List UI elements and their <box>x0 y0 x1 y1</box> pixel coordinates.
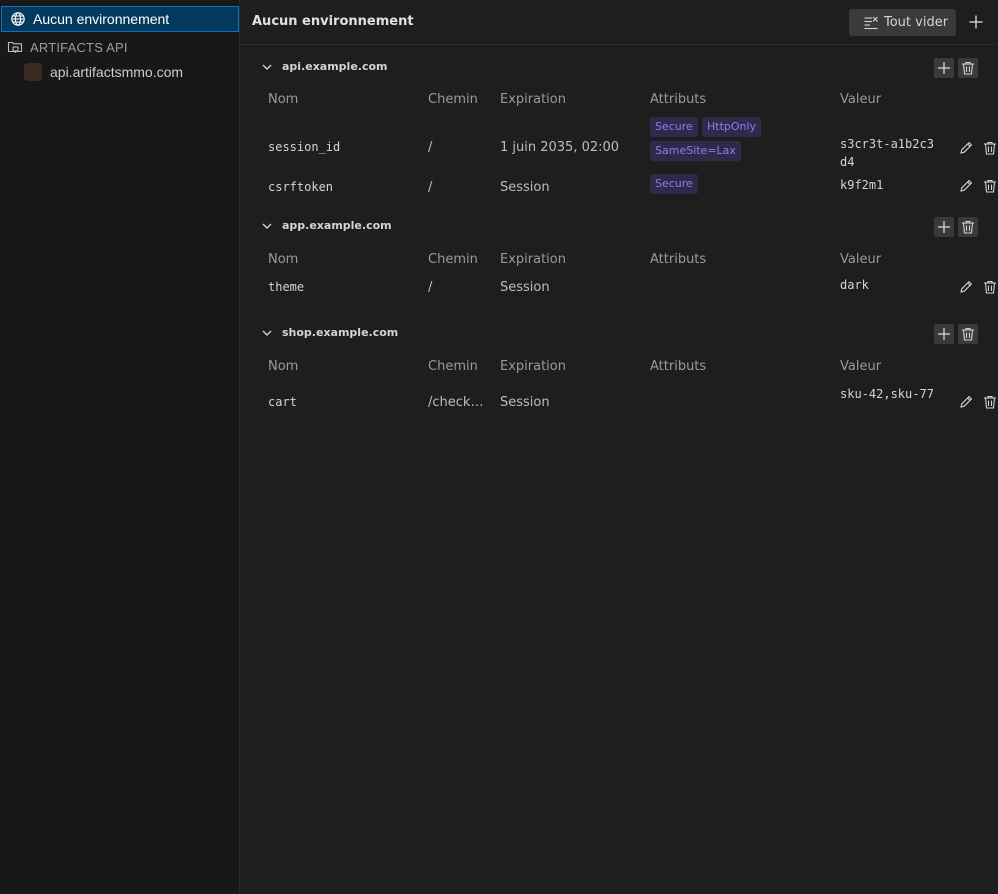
delete-cookie-button[interactable] <box>981 393 998 411</box>
add-domain-cookie-button[interactable] <box>934 324 954 344</box>
delete-cookie-button[interactable] <box>981 278 998 296</box>
clear-all-button[interactable]: Tout vider <box>849 9 956 36</box>
add-cookie-button[interactable] <box>966 12 986 32</box>
chevron-down-icon <box>262 330 272 336</box>
column-header-expiration: Expiration <box>500 359 566 374</box>
cookie-expiration: Session <box>500 280 550 295</box>
pencil-icon <box>960 179 973 192</box>
column-header-attributes: Attributs <box>650 359 707 374</box>
domain-name: api.example.com <box>282 60 388 73</box>
sidebar-request-label: api.artifactsmmo.com <box>50 64 184 80</box>
column-headers: Nom Chemin Expiration Attributs Valeur <box>240 92 998 110</box>
delete-domain-button[interactable] <box>958 58 978 78</box>
trash-icon <box>962 220 974 234</box>
globe-icon <box>10 11 26 27</box>
attribute-badge: Secure <box>650 174 698 194</box>
column-headers: Nom Chemin Expiration Attributs Valeur <box>240 359 998 377</box>
domain-name: app.example.com <box>282 219 392 232</box>
cookie-name: csrftoken <box>268 180 334 194</box>
trash-icon <box>962 327 974 341</box>
column-header-path: Chemin <box>428 359 478 374</box>
domain-name: shop.example.com <box>282 326 399 339</box>
cookie-value: s3cr3t-a1b2c3d4 <box>840 137 934 169</box>
chevron-down-icon <box>262 223 272 229</box>
cookie-manager-panel: Aucun environnement Tout vider api.examp… <box>240 0 998 894</box>
cookie-value: dark <box>840 278 869 292</box>
plus-icon <box>938 62 950 74</box>
domain-section-header[interactable]: shop.example.com <box>240 324 998 344</box>
column-header-name: Nom <box>268 252 299 267</box>
column-header-expiration: Expiration <box>500 252 566 267</box>
delete-domain-button[interactable] <box>958 324 978 344</box>
column-header-expiration: Expiration <box>500 92 566 107</box>
pencil-icon <box>960 280 973 293</box>
column-header-path: Chemin <box>428 92 478 107</box>
delete-cookie-button[interactable] <box>981 139 998 157</box>
cookie-name: cart <box>268 395 297 409</box>
sidebar-environment-item[interactable]: Aucun environnement <box>1 6 239 32</box>
cookie-expiration: 1 juin 2035, 02:00 <box>500 140 620 155</box>
cookie-name: session_id <box>268 140 341 154</box>
cookie-path: /check… <box>428 395 484 410</box>
clear-all-icon <box>863 15 879 31</box>
column-headers: Nom Chemin Expiration Attributs Valeur <box>240 252 998 270</box>
attribute-badge: SameSite=Lax <box>650 141 741 161</box>
trash-icon <box>984 395 996 409</box>
plus-icon <box>969 15 983 29</box>
trash-icon <box>984 280 996 294</box>
trash-icon <box>984 179 996 193</box>
edit-cookie-button[interactable] <box>957 393 975 411</box>
sidebar-request-item[interactable]: api.artifactsmmo.com <box>0 62 238 82</box>
sidebar-group-label: ARTIFACTS API <box>30 39 128 55</box>
chevron-down-icon <box>262 64 272 70</box>
column-header-attributes: Attributs <box>650 252 707 267</box>
domain-section-header[interactable]: api.example.com <box>240 58 998 78</box>
chevron-down-icon[interactable] <box>260 326 274 340</box>
page-title: Aucun environnement <box>252 14 414 29</box>
chevron-down-icon[interactable] <box>260 219 274 233</box>
edit-cookie-button[interactable] <box>957 177 975 195</box>
cookie-value: sku-42,sku-77 <box>840 387 934 401</box>
panel-header: Aucun environnement Tout vider <box>240 0 998 45</box>
cookie-path: / <box>428 180 433 195</box>
request-favicon-icon <box>24 63 42 81</box>
add-domain-cookie-button[interactable] <box>934 58 954 78</box>
column-header-path: Chemin <box>428 252 478 267</box>
attribute-badge: Secure <box>650 117 698 137</box>
edit-cookie-button[interactable] <box>957 139 975 157</box>
delete-cookie-button[interactable] <box>981 177 998 195</box>
sidebar: Aucun environnement ARTIFACTS API api.ar… <box>0 0 240 894</box>
edit-cookie-button[interactable] <box>957 278 975 296</box>
domain-section-header[interactable]: app.example.com <box>240 217 998 237</box>
cookie-value: k9f2m1 <box>840 178 884 192</box>
cookie-expiration: Session <box>500 180 550 195</box>
trash-icon <box>984 141 996 155</box>
plus-icon <box>938 221 950 233</box>
cookie-name: theme <box>268 280 305 294</box>
clear-all-label: Tout vider <box>884 15 949 30</box>
trash-icon <box>962 61 974 75</box>
sidebar-group-artifacts-api[interactable]: ARTIFACTS API <box>0 37 238 57</box>
delete-domain-button[interactable] <box>958 217 978 237</box>
column-header-name: Nom <box>268 359 299 374</box>
cookie-expiration: Session <box>500 395 550 410</box>
sidebar-environment-label: Aucun environnement <box>33 11 170 27</box>
add-domain-cookie-button[interactable] <box>934 217 954 237</box>
attribute-badge: HttpOnly <box>702 117 762 137</box>
cookie-path: / <box>428 140 433 155</box>
column-header-value: Valeur <box>840 92 882 107</box>
plus-icon <box>938 328 950 340</box>
chevron-down-icon[interactable] <box>260 60 274 74</box>
cookie-path: / <box>428 280 433 295</box>
folder-network-icon <box>7 39 23 55</box>
column-header-name: Nom <box>268 92 299 107</box>
column-header-value: Valeur <box>840 252 882 267</box>
column-header-value: Valeur <box>840 359 882 374</box>
column-header-attributes: Attributs <box>650 92 707 107</box>
pencil-icon <box>960 141 973 154</box>
pencil-icon <box>960 395 973 408</box>
